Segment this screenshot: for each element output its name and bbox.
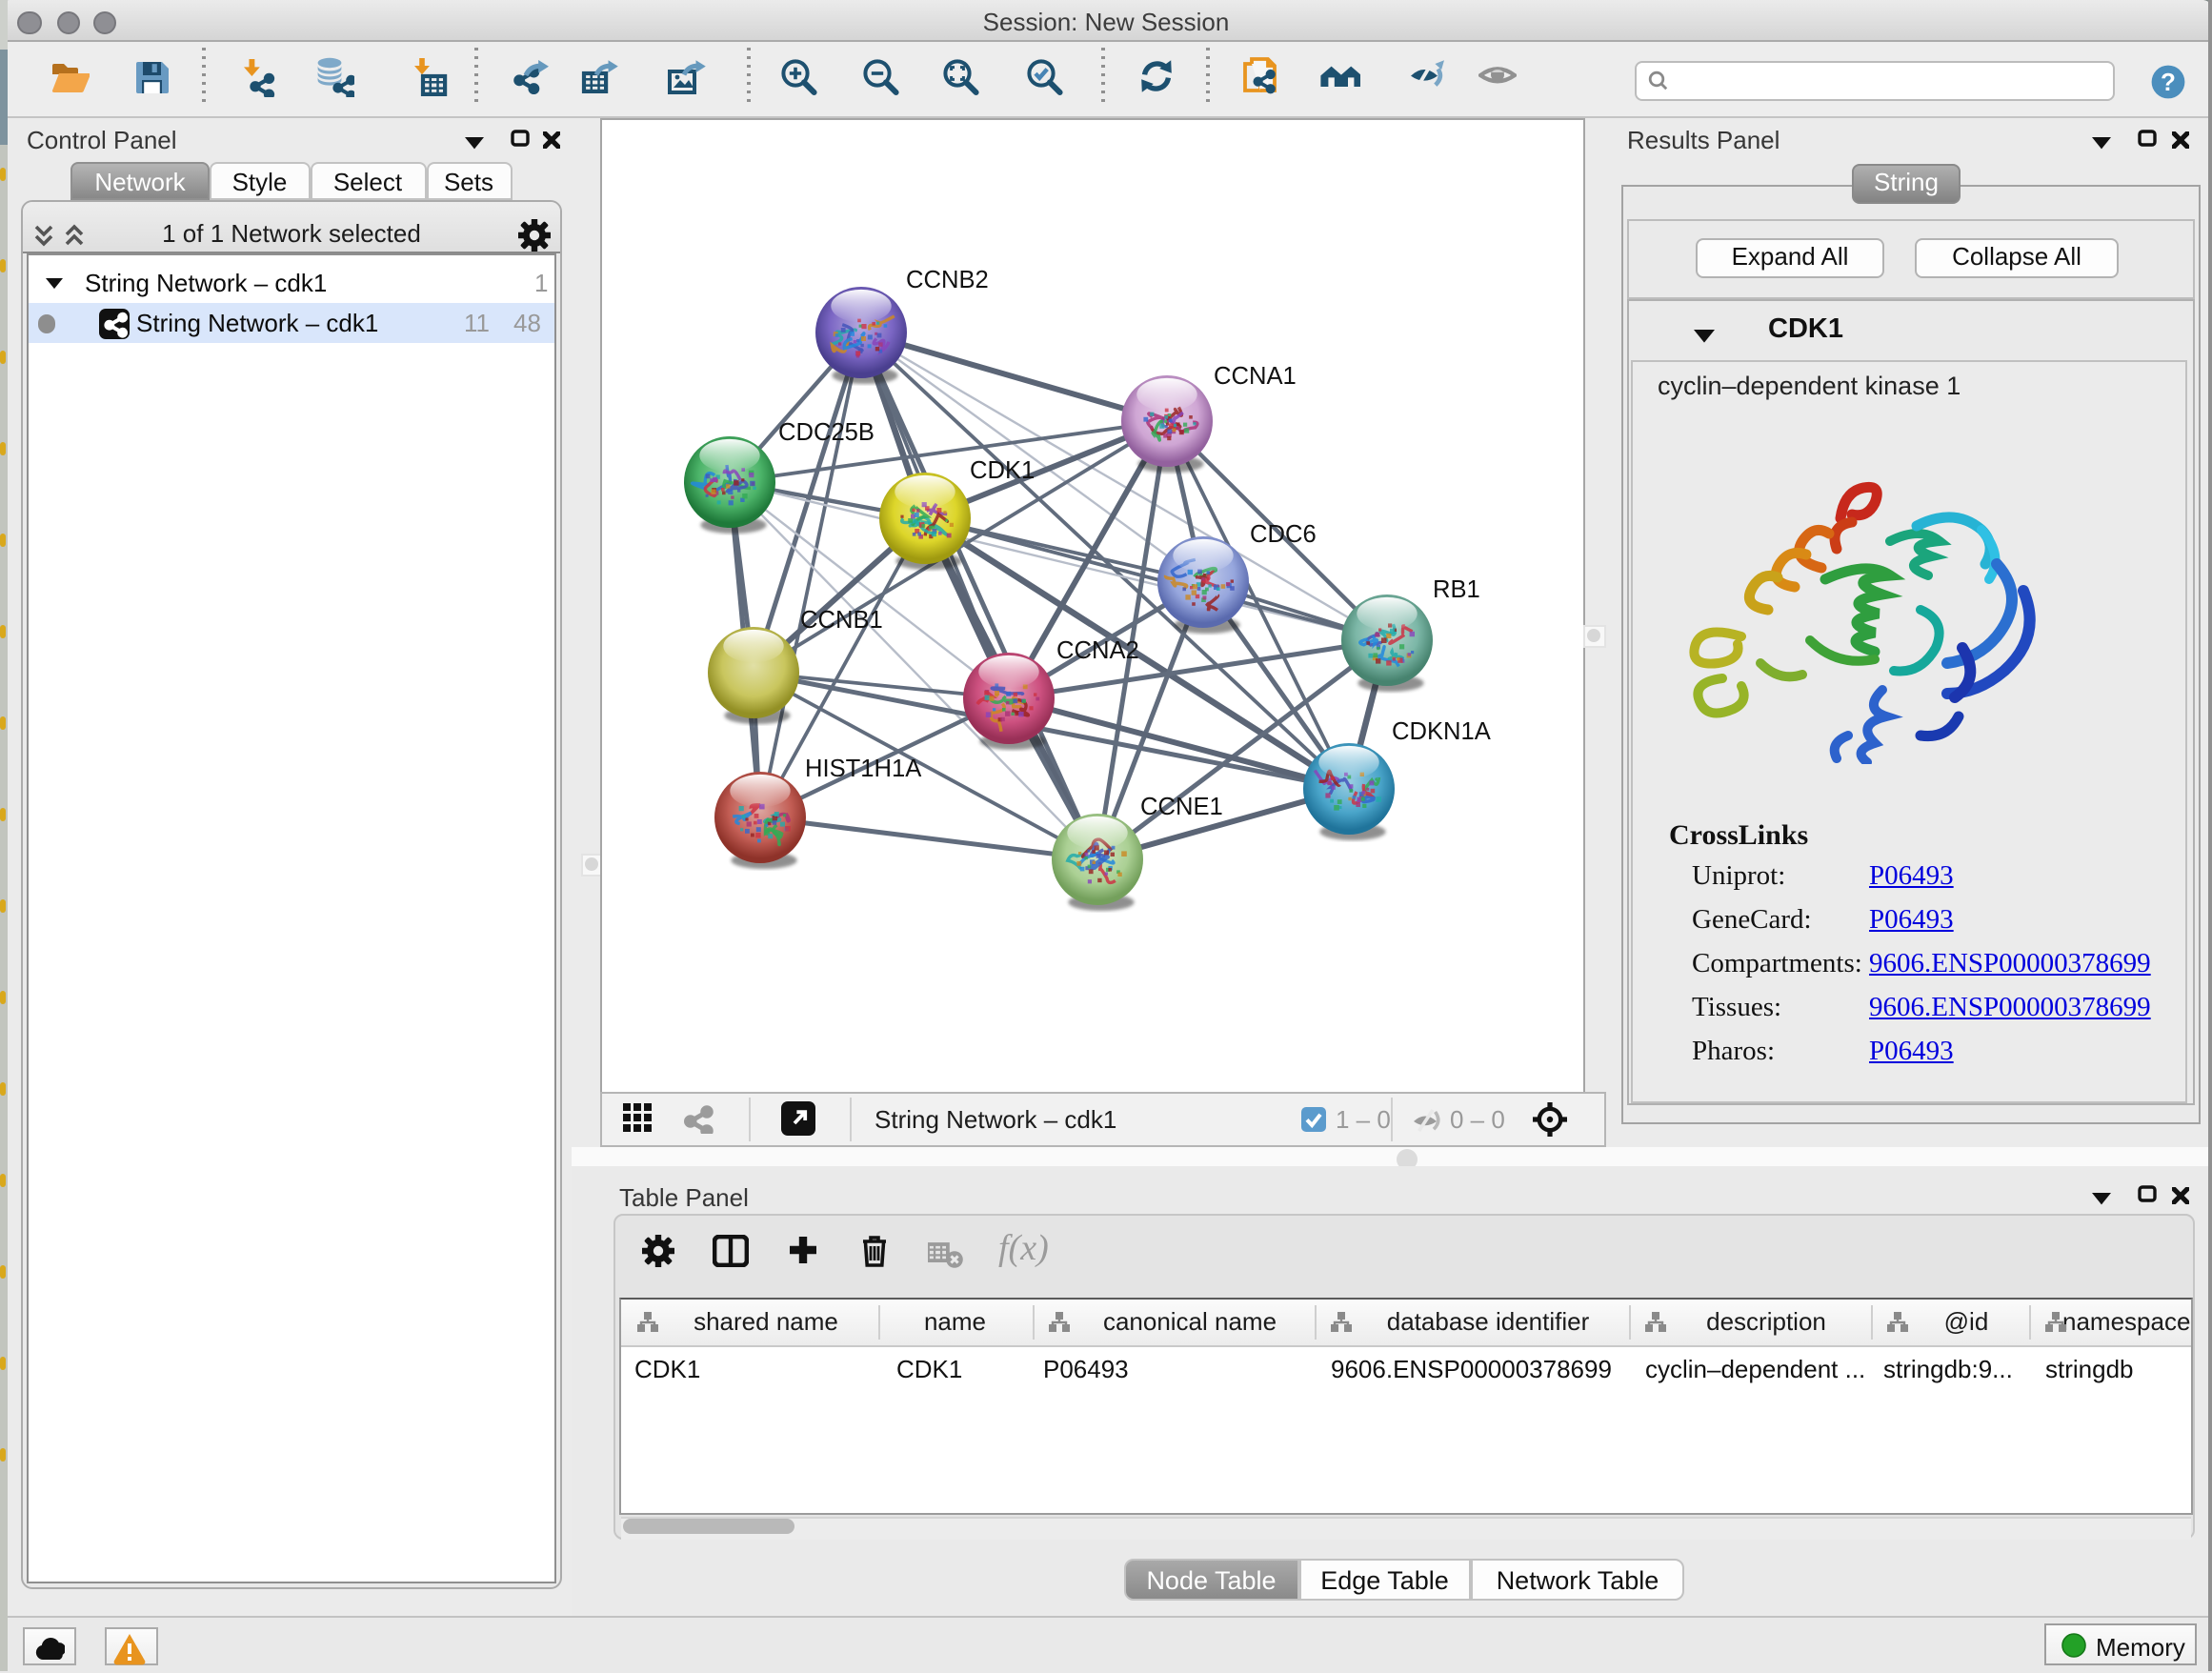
svg-text:CCNA2: CCNA2 (1056, 636, 1138, 663)
svg-text:CDKN1A: CDKN1A (1391, 717, 1491, 744)
svg-text:CDK1: CDK1 (969, 456, 1034, 483)
svg-text:CCNE1: CCNE1 (1139, 793, 1222, 819)
svg-text:?: ? (2161, 68, 2176, 96)
svg-text:CCNB2: CCNB2 (905, 266, 988, 292)
svg-text:CCNB1: CCNB1 (799, 606, 882, 633)
svg-text:CDC25B: CDC25B (777, 418, 874, 445)
svg-text:CDC6: CDC6 (1249, 520, 1316, 547)
svg-text:HIST1H1A: HIST1H1A (804, 755, 921, 781)
svg-text:CCNA1: CCNA1 (1213, 362, 1296, 389)
svg-text:RB1: RB1 (1432, 575, 1479, 602)
